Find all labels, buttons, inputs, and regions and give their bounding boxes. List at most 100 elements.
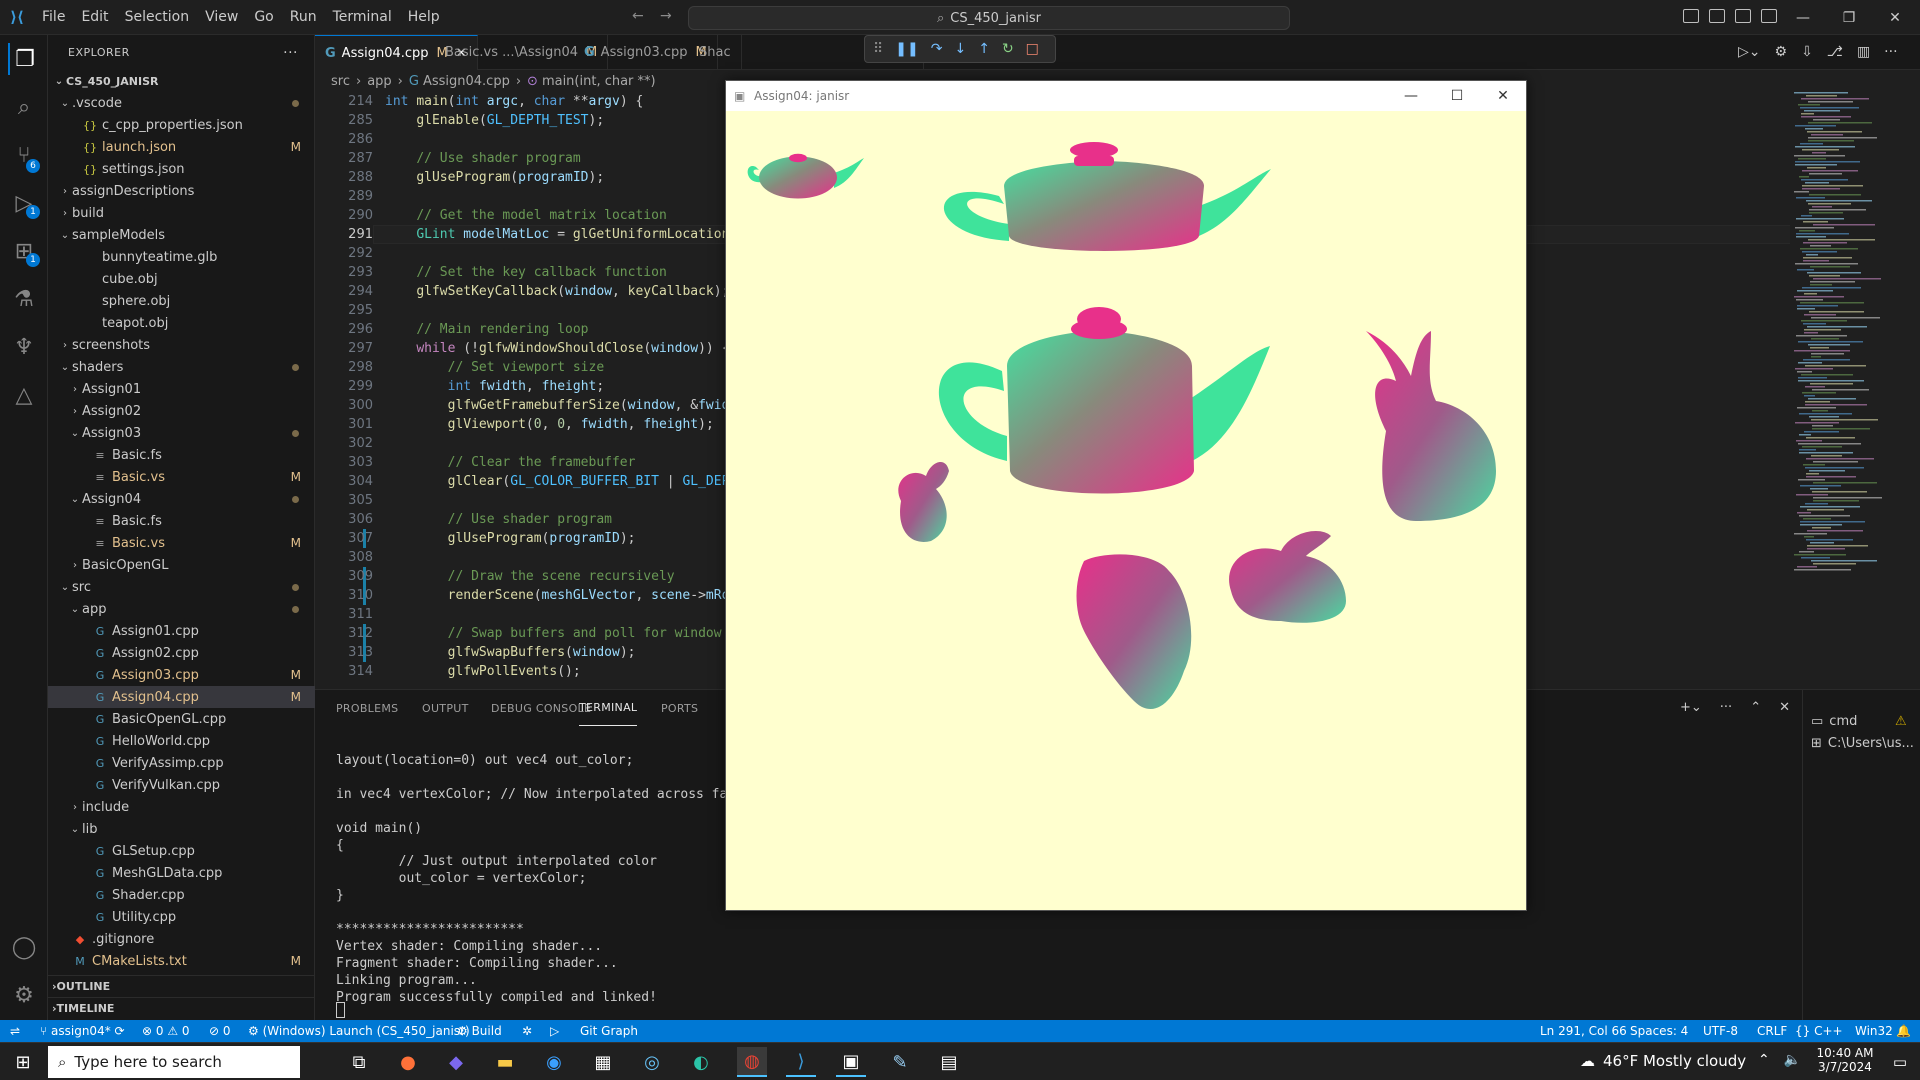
store-icon[interactable]: ▦ — [588, 1047, 618, 1077]
open-changes-icon[interactable]: ⇩ — [1801, 44, 1813, 60]
code-line[interactable]: // Set the key callback function — [385, 263, 666, 282]
task-view-icon[interactable]: ⧉ — [344, 1047, 374, 1077]
tree-item[interactable]: ⌄ shaders — [48, 356, 315, 378]
settings-icon[interactable]: ⚙ — [1775, 44, 1788, 60]
clock[interactable]: 10:40 AM 3/7/2024 — [1810, 1046, 1880, 1074]
encoding[interactable]: UTF-8 — [1703, 1020, 1738, 1042]
tree-item[interactable]: G Assign03.cpp M — [48, 664, 315, 686]
accounts-icon[interactable]: ◯ — [8, 931, 40, 963]
tree-item[interactable]: ◆ .gitignore — [48, 928, 315, 950]
tree-item[interactable]: ⌄ lib — [48, 818, 315, 840]
git-graph-item[interactable]: Git Graph — [580, 1020, 638, 1042]
tree-item[interactable]: › Assign02 — [48, 400, 315, 422]
toggle-panel-icon[interactable] — [1709, 9, 1725, 23]
workspace-root[interactable]: ⌄ CS_450_JANISR — [48, 70, 315, 92]
tree-item[interactable]: ⌄ Assign03 — [48, 422, 315, 444]
close-icon[interactable]: ✕ — [1480, 81, 1526, 111]
code-line[interactable]: glEnable(GL_DEPTH_TEST); — [385, 111, 604, 130]
glfw-app-icon[interactable]: ▣ — [836, 1047, 866, 1077]
menu-item[interactable]: Selection — [117, 0, 198, 35]
cmake-icon[interactable]: △ — [8, 379, 40, 411]
tree-item[interactable]: M CMakeLists.txt M — [48, 950, 315, 972]
drag-handle-icon[interactable]: ⠿ — [873, 41, 883, 57]
command-center-search[interactable]: ⌕ CS_450_janisr — [688, 6, 1290, 30]
step-into-icon[interactable]: ↓ — [954, 41, 966, 57]
split-editor-icon[interactable]: ▥ — [1857, 44, 1870, 60]
firefox-icon[interactable]: ● — [393, 1047, 423, 1077]
tree-item[interactable]: › build — [48, 202, 315, 224]
menu-item[interactable]: Edit — [73, 0, 116, 35]
code-line[interactable]: // Draw the scene recursively — [385, 567, 675, 586]
app-icon[interactable]: ◉ — [539, 1047, 569, 1077]
tree-item[interactable]: G GLSetup.cpp — [48, 840, 315, 862]
tree-item[interactable]: ≡ Basic.vs M — [48, 532, 315, 554]
taskbar-search[interactable]: ⌕ Type here to search — [48, 1046, 300, 1078]
tree-item[interactable]: G Utility.cpp — [48, 906, 315, 928]
visual-studio-icon[interactable]: ◆ — [441, 1047, 471, 1077]
weather-widget[interactable]: ☁ 46°F Mostly cloudy — [1580, 1052, 1746, 1070]
panel-tab[interactable]: OUTPUT — [422, 690, 469, 726]
breadcrumb-item[interactable]: Assign04.cpp — [423, 74, 510, 89]
step-over-icon[interactable]: ↷ — [931, 41, 943, 57]
vscode-icon[interactable]: ⟩ — [786, 1047, 816, 1077]
tree-item[interactable]: {} c_cpp_properties.json — [48, 114, 315, 136]
tree-item[interactable]: › screenshots — [48, 334, 315, 356]
customize-layout-icon[interactable] — [1761, 9, 1777, 23]
code-line[interactable]: glUseProgram(programID); — [385, 529, 636, 548]
more-actions-icon[interactable]: ··· — [1720, 700, 1732, 715]
tree-item[interactable]: ⌄ sampleModels — [48, 224, 315, 246]
run-debug-dropdown-icon[interactable]: ▷⌄ — [1738, 44, 1761, 60]
tree-item[interactable]: {} launch.json M — [48, 136, 315, 158]
search-icon[interactable]: ⌕ — [8, 91, 40, 123]
testing-icon[interactable]: ⚗ — [8, 283, 40, 315]
code-line[interactable]: glfwGetFramebufferSize(window, &fwidt — [385, 396, 738, 415]
debug-settings-icon[interactable]: ✲ — [522, 1020, 532, 1042]
tree-item[interactable]: › BasicOpenGL — [48, 554, 315, 576]
panel-tab[interactable]: PORTS — [661, 690, 698, 726]
menu-item[interactable]: Help — [400, 0, 448, 35]
tree-item[interactable]: G Shader.cpp — [48, 884, 315, 906]
restart-icon[interactable]: ↻ — [1002, 41, 1014, 57]
file-explorer-icon[interactable]: ▬ — [490, 1047, 520, 1077]
tree-item[interactable]: ⌄ app — [48, 598, 315, 620]
tree-item[interactable]: teapot.obj — [48, 312, 315, 334]
maximize-icon[interactable]: ☐ — [1434, 81, 1480, 111]
tree-item[interactable]: cube.obj — [48, 268, 315, 290]
tree-item[interactable]: G BasicOpenGL.cpp — [48, 708, 315, 730]
code-line[interactable]: glViewport(0, 0, fwidth, fheight); — [385, 415, 714, 434]
code-line[interactable]: // Main rendering loop — [385, 320, 588, 339]
breadcrumb-item[interactable]: app — [367, 74, 391, 89]
menu-item[interactable]: Go — [246, 0, 281, 35]
new-terminal-icon[interactable]: +⌄ — [1680, 700, 1702, 715]
terminal-item-cmd[interactable]: ▭ cmd ⚠ — [1811, 714, 1907, 729]
code-line[interactable]: int fwidth, fheight; — [385, 377, 605, 396]
window-app-icon[interactable]: ▤ — [934, 1047, 964, 1077]
python-icon[interactable]: ♆ — [8, 331, 40, 363]
steam-icon[interactable]: ◎ — [637, 1047, 667, 1077]
eol[interactable]: CRLF — [1757, 1020, 1787, 1042]
panel-tab[interactable]: DEBUG CONSOLE — [491, 690, 591, 726]
timeline-section[interactable]: › TIMELINE — [48, 997, 315, 1019]
maximize-panel-icon[interactable]: ⌃ — [1750, 700, 1761, 715]
menu-item[interactable]: Run — [282, 0, 325, 35]
editor-tab[interactable]: Shac — [683, 35, 742, 70]
tree-item[interactable]: bunnyteatime.glb — [48, 246, 315, 268]
code-line[interactable]: renderScene(meshGLVector, scene->mRoc — [385, 586, 738, 605]
close-panel-icon[interactable]: ✕ — [1779, 700, 1790, 715]
glfw-render-window[interactable]: ▣ Assign04: janisr — ☐ ✕ — [725, 80, 1527, 911]
tree-item[interactable]: G Assign01.cpp — [48, 620, 315, 642]
restore-icon[interactable]: ❐ — [1826, 0, 1872, 35]
code-line[interactable]: // Use shader program — [385, 510, 612, 529]
tree-item[interactable]: ⌄ src — [48, 576, 315, 598]
code-line[interactable]: glClear(GL_COLOR_BUFFER_BIT | GL_DEPT — [385, 472, 738, 491]
settings-gear-icon[interactable]: ⚙ — [8, 979, 40, 1011]
tree-item[interactable]: {} settings.json — [48, 158, 315, 180]
launch-config-item[interactable]: ⚙ (Windows) Launch (CS_450_janisr) — [248, 1020, 470, 1042]
tree-item[interactable]: ≡ Basic.fs — [48, 444, 315, 466]
minimize-icon[interactable]: — — [1388, 81, 1434, 111]
step-out-icon[interactable]: ↑ — [978, 41, 990, 57]
outline-section[interactable]: › OUTLINE — [48, 975, 315, 997]
platform[interactable]: Win32 — [1855, 1020, 1893, 1042]
code-line[interactable]: glfwSwapBuffers(window); — [385, 643, 636, 662]
panel-tab[interactable]: TERMINAL — [579, 690, 638, 726]
